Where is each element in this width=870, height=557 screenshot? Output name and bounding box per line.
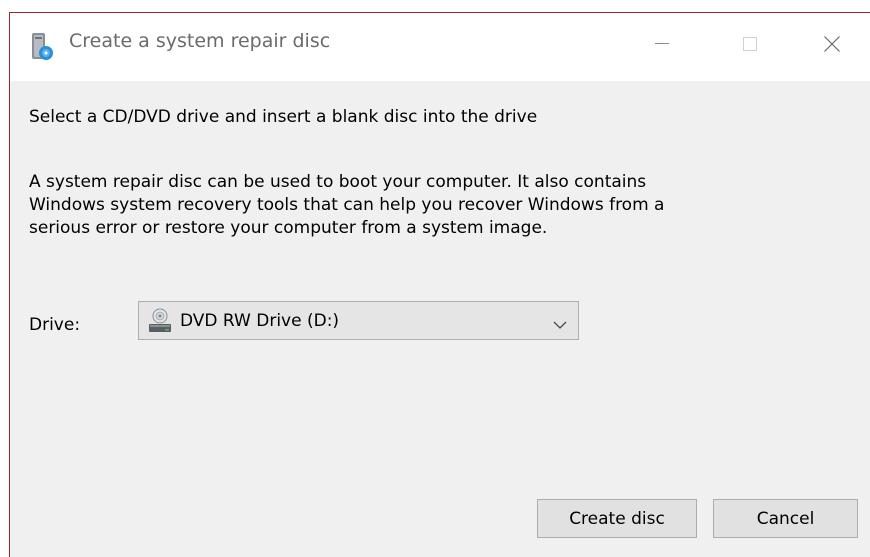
description-line: Windows system recovery tools that can h… [29,195,665,215]
minimize-button[interactable] [630,13,694,75]
instruction-heading: Select a CD/DVD drive and insert a blank… [29,107,538,127]
cancel-button[interactable]: Cancel [713,499,858,538]
drive-dropdown[interactable]: DVD RW Drive (D:) [138,301,579,340]
create-disc-button[interactable]: Create disc [537,499,697,538]
drive-label: Drive: [29,315,81,335]
description-text: A system repair disc can be used to boot… [29,171,829,240]
maximize-button[interactable] [718,13,782,75]
description-line: A system repair disc can be used to boot… [29,172,647,192]
maximize-icon [743,37,757,51]
window-title: Create a system repair disc [69,30,331,52]
dvd-drive-icon [148,308,172,334]
chevron-down-icon [553,315,567,334]
close-icon [824,36,840,52]
minimize-icon [655,43,669,45]
title-bar[interactable]: Create a system repair disc [10,13,870,81]
repair-disc-dialog: Create a system repair disc Select a CD/… [9,12,870,557]
drive-selected-value: DVD RW Drive (D:) [180,311,340,331]
description-line: serious error or restore your computer f… [29,218,548,238]
close-button[interactable] [800,13,864,75]
repair-disc-app-icon [30,32,54,62]
